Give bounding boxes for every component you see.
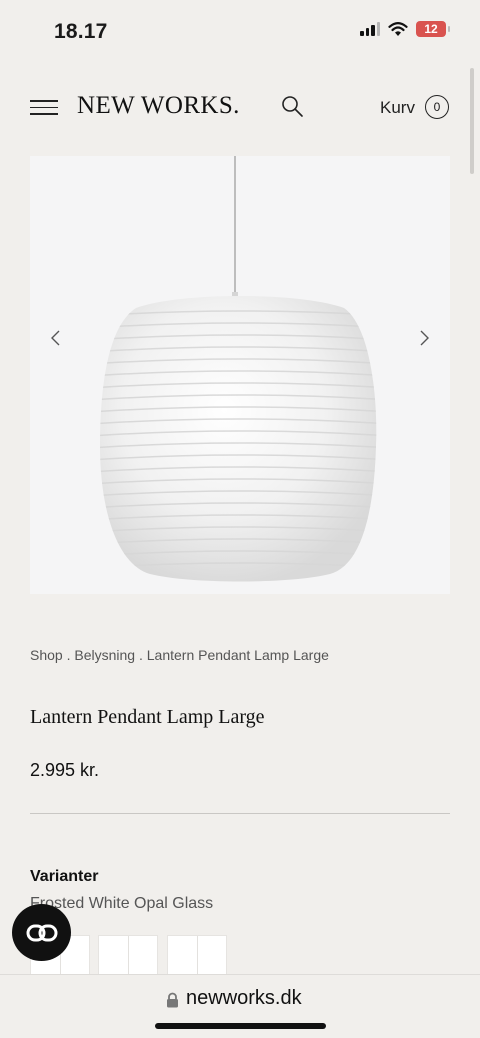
- breadcrumb-separator: .: [62, 647, 75, 663]
- arrow-left-icon[interactable]: [46, 328, 66, 348]
- product-image-carousel[interactable]: [30, 156, 450, 594]
- site-header: NEW WORKS. Kurv 0: [0, 86, 480, 130]
- breadcrumb: Shop . Belysning . Lantern Pendant Lamp …: [30, 647, 329, 663]
- variant-swatch[interactable]: [98, 935, 158, 977]
- search-icon[interactable]: [280, 94, 306, 120]
- divider: [30, 813, 450, 814]
- status-time: 18.17: [54, 20, 108, 43]
- breadcrumb-item-product[interactable]: Lantern Pendant Lamp Large: [147, 647, 329, 663]
- menu-icon[interactable]: [30, 100, 58, 116]
- site-logo[interactable]: NEW WORKS.: [77, 92, 240, 120]
- page-scrollbar[interactable]: [470, 68, 474, 174]
- breadcrumb-item-shop[interactable]: Shop: [30, 647, 63, 663]
- chat-button[interactable]: [12, 904, 71, 961]
- status-icons: 12: [360, 21, 450, 37]
- lantern-lamp-image: [100, 156, 377, 582]
- arrow-right-icon[interactable]: [414, 328, 434, 348]
- signal-icon: [360, 22, 380, 36]
- product-title: Lantern Pendant Lamp Large: [30, 706, 265, 728]
- lock-icon: [167, 992, 178, 1008]
- cart-count-badge[interactable]: 0: [425, 95, 449, 119]
- cart-button[interactable]: Kurv: [380, 98, 415, 118]
- product-page: 18.17 12 NEW WORKS. Kurv 0 Shop . Belysn…: [0, 0, 480, 1038]
- variant-swatch[interactable]: [167, 935, 227, 977]
- browser-url-bar: newworks.dk: [0, 974, 480, 1038]
- wifi-icon: [388, 21, 408, 36]
- chat-icon: [26, 924, 57, 941]
- url-text[interactable]: newworks.dk: [186, 987, 302, 1010]
- product-price: 2.995 kr.: [30, 760, 100, 780]
- variants-label: Varianter: [30, 868, 99, 885]
- battery-indicator: 12: [416, 21, 450, 37]
- breadcrumb-separator: .: [135, 647, 147, 663]
- breadcrumb-item-lighting[interactable]: Belysning: [74, 647, 135, 663]
- home-indicator[interactable]: [155, 1023, 326, 1029]
